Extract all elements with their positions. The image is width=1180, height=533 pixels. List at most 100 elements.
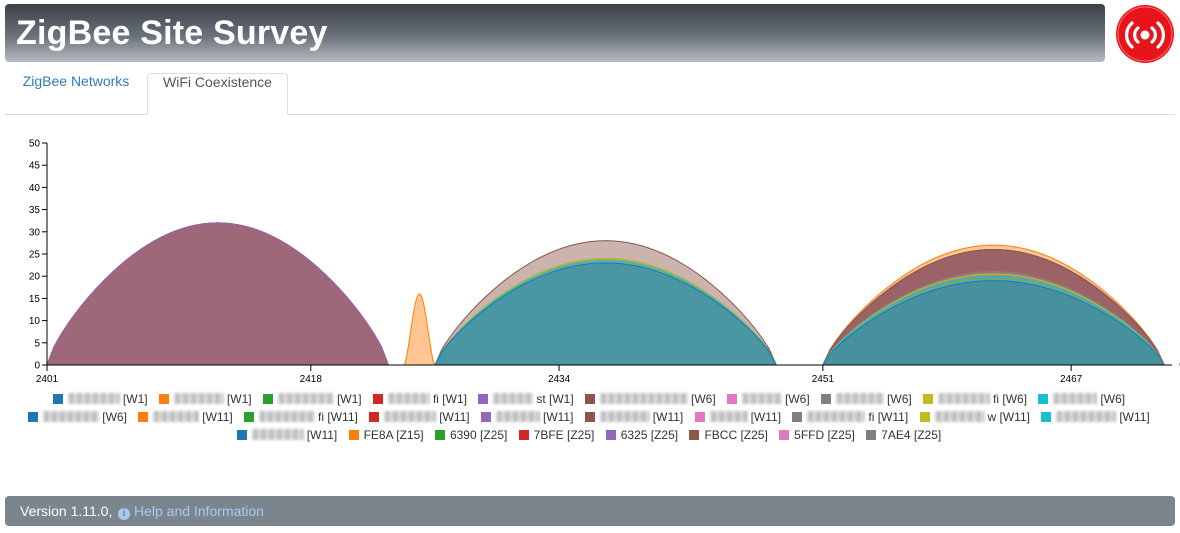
y-tick-label: 40: [29, 183, 41, 194]
tab-wifi-coexistence[interactable]: WiFi Coexistence: [147, 73, 288, 115]
legend-swatch: [792, 412, 803, 422]
legend-item: 6390 [Z25]: [434, 426, 508, 444]
legend-swatch: [236, 430, 247, 440]
wifi-coexistence-chart: 0 5 10 15 20 25 30 35 40 45 50 2401 2418 2434 2451 2467: [29, 139, 1180, 385]
x-tick-label: 2434: [548, 374, 571, 385]
chart-legend: [W1] [W1] [W1] fi [W1] st [W1] [W6] [W6]…: [14, 390, 1164, 444]
legend-label: 6390 [Z25]: [449, 428, 508, 442]
legend-label: fi [W11]: [868, 410, 909, 424]
y-tick-label: 5: [34, 338, 40, 349]
legend-item: fi [W6]: [923, 390, 1027, 408]
legend-item: fi [W11]: [792, 408, 908, 426]
radio-broadcast-icon[interactable]: [1115, 4, 1175, 64]
legend-label: [W1]: [122, 392, 148, 406]
legend-label: [W1]: [226, 392, 252, 406]
y-tick-label: 0: [34, 361, 40, 372]
redacted-ssid: [836, 393, 885, 404]
legend-item: 7AE4 [Z25]: [866, 426, 941, 444]
x-tick-label: 2451: [812, 374, 835, 385]
y-tick-label: 15: [29, 294, 41, 305]
legend-item: [W11]: [1041, 408, 1150, 426]
legend-swatch: [689, 430, 700, 440]
y-tick-label: 50: [29, 139, 41, 150]
page-title: ZigBee Site Survey: [16, 14, 328, 52]
legend-swatch: [779, 430, 790, 440]
y-tick-label: 20: [29, 272, 41, 283]
footer: Version 1.11.0, i Help and Information: [5, 496, 1175, 526]
legend-swatch: [52, 394, 63, 404]
legend-label: 5FFD [Z25]: [794, 428, 855, 442]
legend-swatch: [923, 394, 934, 404]
legend-item: [W11]: [236, 426, 338, 444]
legend-swatch: [694, 412, 705, 422]
legend-item: 6325 [Z25]: [605, 426, 679, 444]
legend-swatch: [518, 430, 529, 440]
legend-item: fi [W11]: [244, 408, 358, 426]
redacted-ssid: [495, 411, 540, 422]
legend-item: [W1]: [52, 390, 148, 408]
legend-label: [W11]: [1119, 410, 1150, 424]
legend-swatch: [1038, 394, 1049, 404]
legend-swatch: [434, 430, 445, 440]
legend-label: [W11]: [652, 410, 684, 424]
legend-label: [W11]: [750, 410, 782, 424]
x-tick-label: 2401: [36, 374, 59, 385]
legend-swatch: [138, 412, 149, 422]
redacted-ssid: [599, 411, 650, 422]
legend-swatch: [262, 394, 273, 404]
legend-item: [W6]: [821, 390, 912, 408]
legend-label: [W11]: [306, 428, 338, 442]
legend-label: st [W1]: [536, 392, 574, 406]
redacted-ssid: [384, 411, 437, 422]
x-tick-label: 2418: [300, 374, 323, 385]
legend-item: [W1]: [158, 390, 252, 408]
legend-item: [W11]: [369, 408, 470, 426]
legend-item: [W6]: [1038, 390, 1125, 408]
legend-label: FBCC [Z25]: [704, 428, 768, 442]
legend-item: w [W11]: [919, 408, 1030, 426]
legend-item: FBCC [Z25]: [689, 426, 768, 444]
series-area: [46, 222, 390, 366]
redacted-ssid: [173, 393, 224, 404]
redacted-ssid: [600, 393, 688, 404]
y-tick-label: 30: [29, 227, 41, 238]
legend-label: fi [W11]: [318, 410, 358, 424]
legend-swatch: [158, 394, 169, 404]
redacted-ssid: [934, 411, 985, 422]
legend-label: 7AE4 [Z25]: [881, 428, 942, 442]
legend-label: w [W11]: [987, 410, 1030, 424]
legend-item: 7BFE [Z25]: [518, 426, 594, 444]
legend-item: [W11]: [480, 408, 573, 426]
tab-zigbee-networks[interactable]: ZigBee Networks: [7, 73, 145, 113]
legend-item: [W11]: [694, 408, 782, 426]
legend-label: [W6]: [785, 392, 810, 406]
legend-label: fi [W1]: [432, 392, 467, 406]
redacted-ssid: [709, 411, 748, 422]
redacted-ssid: [387, 393, 430, 404]
x-tick-label: 2467: [1060, 374, 1083, 385]
legend-label: 6325 [Z25]: [620, 428, 679, 442]
redacted-ssid: [742, 393, 783, 404]
legend-swatch: [584, 412, 595, 422]
legend-item: [W11]: [138, 408, 233, 426]
legend-label: FE8A [Z15]: [363, 428, 424, 442]
legend-item: [W1]: [262, 390, 362, 408]
legend-swatch: [478, 394, 489, 404]
version-text: Version 1.11.0,: [20, 503, 113, 519]
legend-item: [W6]: [585, 390, 716, 408]
redacted-ssid: [807, 411, 866, 422]
legend-swatch: [480, 412, 491, 422]
app-header: ZigBee Site Survey: [5, 4, 1105, 62]
redacted-ssid: [43, 411, 100, 422]
help-link[interactable]: i Help and Information: [118, 496, 264, 526]
legend-label: [W6]: [102, 410, 127, 424]
legend-swatch: [369, 412, 380, 422]
legend-swatch: [348, 430, 359, 440]
y-tick-label: 35: [29, 205, 41, 216]
legend-swatch: [821, 394, 832, 404]
redacted-ssid: [153, 411, 200, 422]
legend-swatch: [605, 430, 616, 440]
legend-label: [W6]: [1100, 392, 1126, 406]
redacted-ssid: [67, 393, 120, 404]
series-area: [434, 262, 778, 366]
